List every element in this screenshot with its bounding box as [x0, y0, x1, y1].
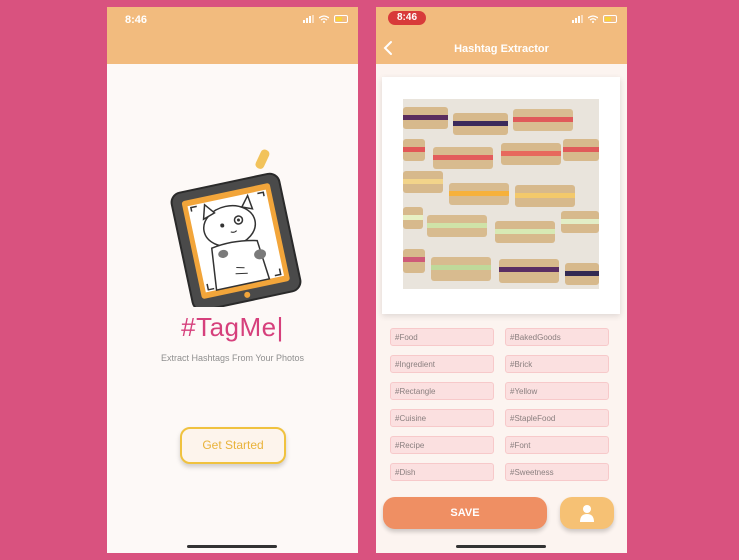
hashtag-chip[interactable]: #BakedGoods [505, 328, 609, 346]
app-title: #TagMe| [181, 312, 284, 342]
nav-title: Hashtag Extractor [454, 43, 549, 55]
welcome-screen: 8:46 #TagMe| Extract Hashtags From Your … [107, 7, 358, 553]
hashtag-chip[interactable]: #Yellow [505, 382, 609, 400]
status-bar: 8:46 Hashtag Extractor [376, 7, 627, 64]
profile-button[interactable] [560, 497, 614, 529]
hashtag-chip[interactable]: #Dish [390, 463, 494, 481]
status-icons [572, 15, 617, 23]
status-time: 8:46 [388, 11, 426, 25]
save-button[interactable]: SAVE [383, 497, 547, 529]
hashtag-chip[interactable]: #Ingredient [390, 355, 494, 373]
hashtag-chip[interactable]: #Food [390, 328, 494, 346]
status-bar: 8:46 [107, 7, 358, 64]
hashtag-chip[interactable]: #Cuisine [390, 409, 494, 427]
battery-icon [334, 15, 348, 23]
status-time: 8:46 [125, 14, 148, 26]
hashtag-chip[interactable]: #Rectangle [390, 382, 494, 400]
status-icons [303, 15, 348, 23]
signal-icon [303, 15, 314, 23]
hashtag-chip[interactable]: #Recipe [390, 436, 494, 454]
wifi-icon [588, 15, 598, 23]
battery-icon [603, 15, 617, 23]
sandwich-photo [403, 99, 599, 289]
hashtag-chip[interactable]: #StapleFood [505, 409, 609, 427]
wifi-icon [319, 15, 329, 23]
cat-phone-illustration [170, 149, 302, 307]
hashtag-chip[interactable]: #Brick [505, 355, 609, 373]
hashtag-chip[interactable]: #Sweetness [505, 463, 609, 481]
photo-card [382, 77, 620, 314]
person-icon [580, 505, 594, 522]
hashtag-extractor-screen: 8:46 Hashtag Extractor #Food #BakedGoods… [376, 7, 627, 553]
home-indicator [456, 545, 546, 548]
get-started-button[interactable]: Get Started [180, 427, 286, 464]
signal-icon [572, 15, 583, 23]
hashtag-chip[interactable]: #Font [505, 436, 609, 454]
app-subtitle: Extract Hashtags From Your Photos [160, 353, 305, 363]
home-indicator [187, 545, 277, 548]
